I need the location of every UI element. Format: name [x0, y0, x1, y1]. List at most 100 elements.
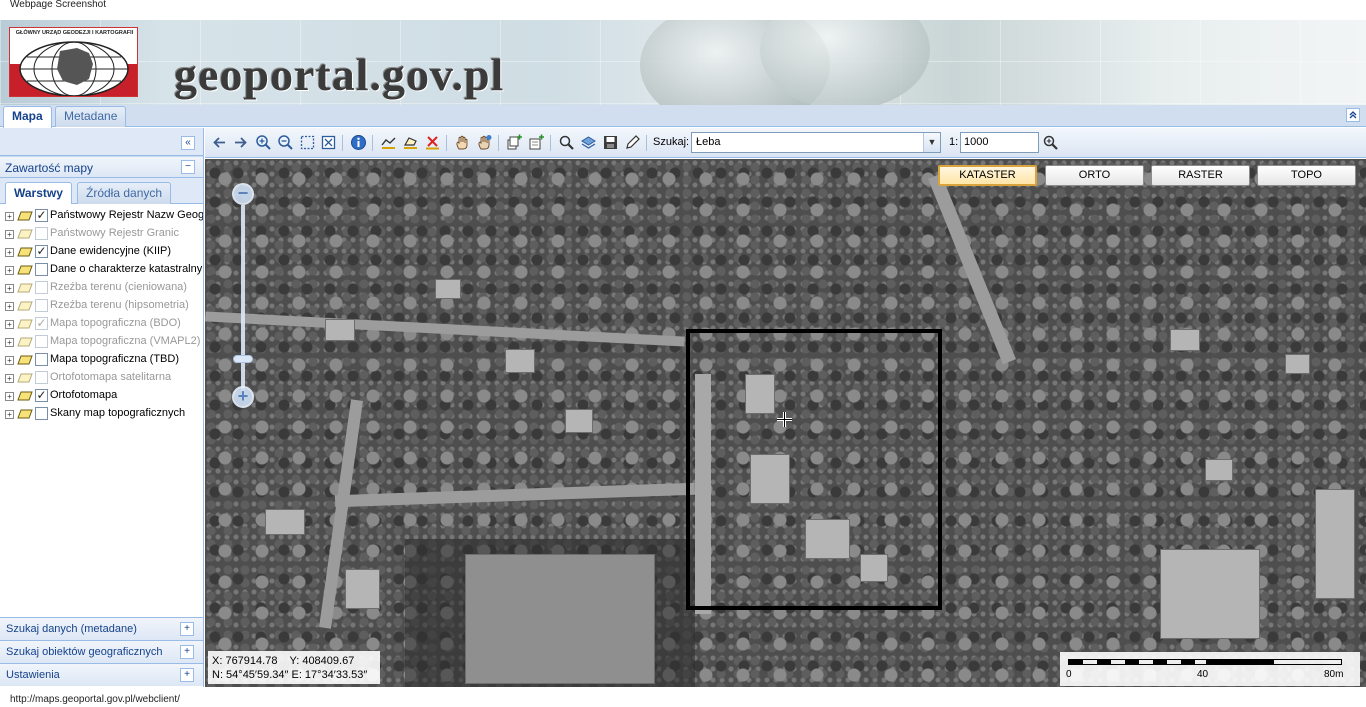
- zoom-slider-thumb[interactable]: [233, 355, 253, 364]
- layer-checkbox[interactable]: [35, 371, 48, 384]
- layer-checkbox[interactable]: ✓: [35, 389, 48, 402]
- layer-checkbox[interactable]: ✓: [35, 245, 48, 258]
- layer-item[interactable]: + Rzeźba terenu (cieniowana): [5, 280, 203, 298]
- expand-button[interactable]: +: [180, 668, 194, 682]
- layer-item[interactable]: + Mapa topograficzna (VMAPL2): [5, 334, 203, 352]
- map-building: [435, 279, 461, 299]
- accordion-settings[interactable]: Ustawienia +: [0, 663, 203, 686]
- scale-bar-graphic: [1068, 659, 1342, 665]
- layer-item[interactable]: + ✓Państwowy Rejestr Nazw Geograficznych: [5, 208, 203, 226]
- expand-icon[interactable]: +: [5, 248, 14, 257]
- arrow-right-icon[interactable]: [232, 134, 249, 151]
- layer-item[interactable]: + Mapa topograficzna (TBD): [5, 352, 203, 370]
- save-icon[interactable]: [602, 134, 619, 151]
- search-combobox[interactable]: Łeba ▼: [691, 132, 941, 153]
- status-url: http://maps.geoportal.gov.pl/webclient/: [0, 688, 1366, 707]
- tab-metadane[interactable]: Metadane: [55, 106, 127, 127]
- expand-icon[interactable]: +: [5, 266, 14, 275]
- layer-item[interactable]: + Rzeźba terenu (hipsometria): [5, 298, 203, 316]
- collapse-panel-button[interactable]: «: [181, 136, 195, 150]
- gugik-logo[interactable]: GŁÓWNY URZĄD GEODEZJI I KARTOGRAFII: [9, 27, 138, 97]
- layer-item[interactable]: + Skany map topograficznych: [5, 406, 203, 424]
- expand-icon[interactable]: +: [5, 392, 14, 401]
- accordion-search-geo-objects[interactable]: Szukaj obiektów geograficznych +: [0, 640, 203, 663]
- layer-style-icon: [17, 319, 33, 329]
- layer-checkbox[interactable]: ✓: [35, 317, 48, 330]
- add-layer-icon[interactable]: [506, 134, 523, 151]
- layer-checkbox[interactable]: [35, 335, 48, 348]
- expand-icon[interactable]: +: [5, 374, 14, 383]
- expand-icon[interactable]: +: [5, 230, 14, 239]
- layer-item[interactable]: + ✓ Mapa topograficzna (BDO): [5, 316, 203, 334]
- arrow-left-icon[interactable]: [211, 134, 228, 151]
- map-building: [1205, 459, 1233, 481]
- layers-icon[interactable]: [580, 134, 597, 151]
- measure-area-icon[interactable]: [402, 134, 419, 151]
- crosshair-cursor-icon: [777, 412, 792, 427]
- layer-style-icon: [17, 337, 33, 347]
- expand-icon[interactable]: +: [5, 410, 14, 419]
- scale-input[interactable]: 1000: [960, 132, 1039, 153]
- expand-icon[interactable]: +: [5, 338, 14, 347]
- selection-frame: [686, 329, 942, 610]
- accordion-search-metadata[interactable]: Szukaj danych (metadane) +: [0, 617, 203, 640]
- tab-mapa[interactable]: Mapa: [3, 106, 52, 128]
- base-layer-kataster-button[interactable]: KATASTER: [938, 165, 1037, 186]
- layer-checkbox[interactable]: [35, 299, 48, 312]
- map-building: [505, 349, 535, 373]
- tab-warstwy[interactable]: Warstwy: [5, 182, 72, 204]
- layer-label: Państwowy Rejestr Nazw Geograficznych: [50, 209, 203, 221]
- zoom-out-icon[interactable]: [277, 134, 294, 151]
- tab-zrodla-danych[interactable]: Źródła danych: [77, 182, 172, 204]
- layer-item[interactable]: + Państwowy Rejestr Granic: [5, 226, 203, 244]
- map-view[interactable]: KATASTER ORTO RASTER TOPO − + X: 767914.…: [205, 159, 1366, 687]
- info-icon[interactable]: [350, 134, 367, 151]
- collapse-header-button[interactable]: [1346, 108, 1360, 122]
- layer-item[interactable]: + Dane o charakterze katastralnym: [5, 262, 203, 280]
- layer-checkbox[interactable]: [35, 263, 48, 276]
- layer-item[interactable]: + ✓ Dane ewidencyjne (KIIP): [5, 244, 203, 262]
- scale-search-icon[interactable]: [1042, 134, 1059, 151]
- zoom-slider[interactable]: − +: [231, 183, 255, 413]
- map-content-toggle[interactable]: −: [181, 160, 195, 174]
- search-input[interactable]: Łeba: [696, 136, 720, 148]
- edit-icon[interactable]: [624, 134, 641, 151]
- pan-hand-alt-icon[interactable]: [476, 134, 493, 151]
- expand-button[interactable]: +: [180, 645, 194, 659]
- logo-text: GŁÓWNY URZĄD GEODEZJI I KARTOGRAFII: [15, 30, 134, 36]
- layer-item[interactable]: + ✓ Ortofotomapa: [5, 388, 203, 406]
- layer-checkbox[interactable]: [35, 353, 48, 366]
- zoom-extent-icon[interactable]: [320, 134, 337, 151]
- expand-icon[interactable]: +: [5, 356, 14, 365]
- globe-icon: [19, 41, 129, 96]
- base-layer-topo-button[interactable]: TOPO: [1257, 165, 1356, 186]
- expand-icon[interactable]: +: [5, 212, 14, 221]
- add-service-icon[interactable]: [528, 134, 545, 151]
- expand-icon[interactable]: +: [5, 284, 14, 293]
- layer-checkbox[interactable]: [35, 281, 48, 294]
- site-title[interactable]: geoportal.gov.pl: [174, 48, 504, 101]
- base-layer-raster-button[interactable]: RASTER: [1151, 165, 1250, 186]
- layer-label: Dane ewidencyjne (KIIP): [50, 245, 172, 257]
- expand-icon[interactable]: +: [5, 302, 14, 311]
- layer-style-icon: [17, 391, 33, 401]
- expand-button[interactable]: +: [180, 622, 194, 636]
- base-layer-orto-button[interactable]: ORTO: [1045, 165, 1144, 186]
- expand-icon[interactable]: +: [5, 320, 14, 329]
- chevron-down-icon[interactable]: ▼: [923, 133, 940, 152]
- search-icon[interactable]: [558, 134, 575, 151]
- layer-checkbox[interactable]: ✓: [35, 209, 48, 222]
- map-content-header[interactable]: Zawartość mapy −: [0, 156, 203, 178]
- zoom-out-map-button[interactable]: −: [232, 183, 254, 205]
- pan-hand-icon[interactable]: [454, 134, 471, 151]
- zoom-in-icon[interactable]: [255, 134, 272, 151]
- layer-item[interactable]: + Ortofotomapa satelitarna: [5, 370, 203, 388]
- clear-measure-icon[interactable]: [424, 134, 441, 151]
- layer-checkbox[interactable]: [35, 227, 48, 240]
- zoom-slider-track[interactable]: [241, 205, 245, 391]
- layer-checkbox[interactable]: [35, 407, 48, 420]
- zoom-in-map-button[interactable]: +: [232, 386, 254, 408]
- measure-line-icon[interactable]: [380, 134, 397, 151]
- zoom-box-icon[interactable]: [299, 134, 316, 151]
- layer-label: Skany map topograficznych: [50, 407, 186, 419]
